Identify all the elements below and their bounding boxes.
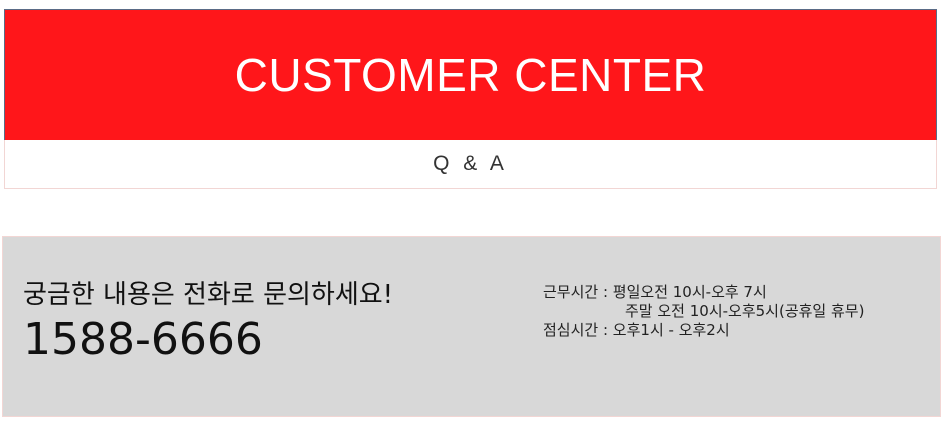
contact-headline: 궁금한 내용은 전화로 문의하세요! xyxy=(23,280,394,310)
contact-block: 궁금한 내용은 전화로 문의하세요! 1588-6666 xyxy=(23,277,393,367)
tab-qna[interactable]: Q & A xyxy=(433,152,508,176)
weekend-hours: 주말 오전 10시-오후5시(공휴일 휴무) xyxy=(625,302,865,320)
weekday-hours: 평일오전 10시-오후 7시 xyxy=(608,283,767,301)
work-hours-row: 근무시간 : 평일오전 10시-오후 7시 xyxy=(543,283,864,302)
contact-info-box: 궁금한 내용은 전화로 문의하세요! 1588-6666 근무시간 : 평일오전… xyxy=(2,236,941,417)
contact-phone-number: 1588-6666 xyxy=(23,314,263,365)
header-banner: CUSTOMER CENTER xyxy=(4,9,937,140)
lunch-hours-row: 점심시간 : 오후1시 - 오후2시 xyxy=(543,321,864,340)
page-title: CUSTOMER CENTER xyxy=(234,49,707,101)
tab-bar: Q & A xyxy=(4,140,937,189)
lunch-hours-label: 점심시간 : xyxy=(543,321,609,339)
business-hours: 근무시간 : 평일오전 10시-오후 7시 주말 오전 10시-오후5시(공휴일… xyxy=(543,283,864,340)
weekend-hours-row: 주말 오전 10시-오후5시(공휴일 휴무) xyxy=(543,302,864,321)
lunch-hours: 오후1시 - 오후2시 xyxy=(608,321,730,339)
work-hours-label: 근무시간 : xyxy=(543,283,609,301)
